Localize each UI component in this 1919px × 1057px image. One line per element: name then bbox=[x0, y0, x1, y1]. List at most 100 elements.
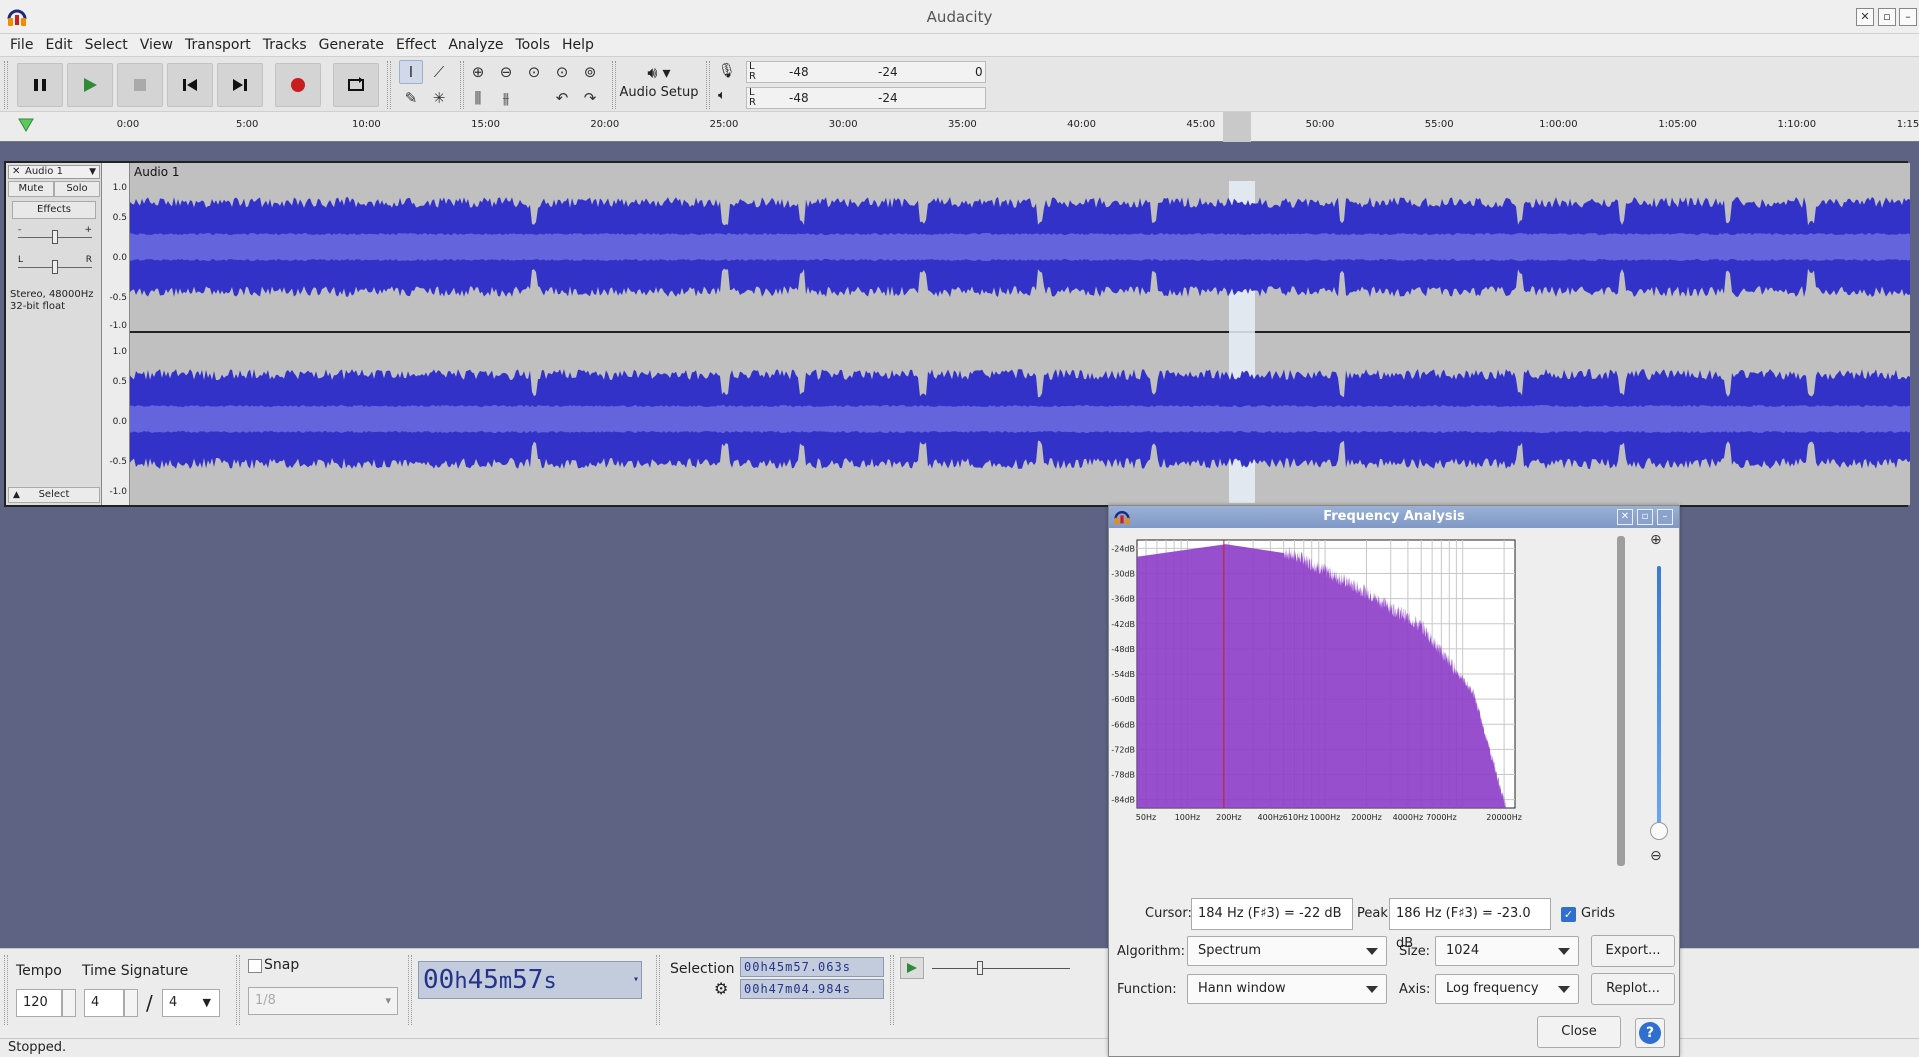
zoom-out-icon[interactable]: ⊖ bbox=[1650, 848, 1662, 864]
play-head-triangle-icon[interactable] bbox=[18, 118, 34, 132]
fit-project-icon[interactable]: ⊙ bbox=[550, 60, 574, 84]
time-display[interactable]: 00h45m57s ▾ bbox=[418, 961, 642, 999]
playback-speaker-icon[interactable]: 🔈︎ bbox=[718, 88, 726, 103]
toolbar-grip[interactable] bbox=[890, 955, 894, 1025]
zoom-in-icon[interactable]: ⊕ bbox=[1650, 532, 1662, 548]
waveform-area[interactable]: Audio 1 bbox=[130, 163, 1910, 505]
dialog-maximize-icon[interactable]: ▫ bbox=[1637, 509, 1653, 525]
track-close-icon[interactable]: ✕ bbox=[12, 166, 20, 178]
dialog-minimize-icon[interactable]: – bbox=[1657, 509, 1673, 525]
track-name-menu[interactable]: ✕ Audio 1 ▼ bbox=[8, 165, 100, 179]
pan-slider-thumb[interactable] bbox=[52, 260, 58, 274]
window-maximize-button[interactable]: ▫ bbox=[1878, 8, 1896, 26]
pause-button[interactable] bbox=[17, 63, 63, 107]
menu-tools[interactable]: Tools bbox=[510, 34, 557, 56]
clip-title[interactable]: Audio 1 bbox=[134, 165, 180, 179]
toolbar-grip[interactable] bbox=[408, 955, 412, 1025]
zoom-out-icon[interactable]: ⊖ bbox=[494, 60, 518, 84]
menu-file[interactable]: File bbox=[4, 34, 39, 56]
toolbar-grip[interactable] bbox=[4, 61, 8, 109]
dialog-close-icon[interactable]: ✕ bbox=[1617, 509, 1633, 525]
size-select[interactable]: 1024 bbox=[1435, 936, 1579, 966]
spectrum-scrollbar[interactable] bbox=[1617, 536, 1625, 866]
toolbar-grip[interactable] bbox=[612, 61, 616, 109]
function-select[interactable]: Hann window bbox=[1187, 974, 1387, 1004]
menu-effect[interactable]: Effect bbox=[390, 34, 442, 56]
loop-button[interactable] bbox=[333, 63, 379, 107]
playback-speed-slider[interactable] bbox=[932, 957, 1070, 979]
menu-select[interactable]: Select bbox=[79, 34, 134, 56]
solo-button[interactable]: Solo bbox=[54, 181, 100, 197]
audio-setup-button[interactable]: 🔊︎ ▾ Audio Setup bbox=[618, 61, 700, 109]
track-select-button[interactable]: ▲ Select bbox=[8, 487, 100, 503]
menu-view[interactable]: View bbox=[134, 34, 179, 56]
selection-tool-icon[interactable]: I bbox=[399, 60, 423, 84]
zoom-toggle-icon[interactable]: ⊚ bbox=[578, 60, 602, 84]
playback-meter[interactable]: L R -48 -24 bbox=[746, 87, 986, 109]
toolbar-grip[interactable] bbox=[236, 955, 240, 1025]
mute-button[interactable]: Mute bbox=[8, 181, 54, 197]
menu-tracks[interactable]: Tracks bbox=[257, 34, 313, 56]
play-button[interactable] bbox=[67, 63, 113, 107]
spectrum-plot[interactable]: -24dB -30dB -36dB -42dB -48dB -54dB -60dB -66dB… bbox=[1109, 530, 1639, 892]
menu-generate[interactable]: Generate bbox=[313, 34, 390, 56]
close-button[interactable]: Close bbox=[1537, 1016, 1621, 1048]
dialog-title[interactable]: Frequency Analysis bbox=[1109, 506, 1679, 528]
tempo-input[interactable]: 120 bbox=[16, 989, 62, 1017]
axis-select[interactable]: Log frequency bbox=[1435, 974, 1579, 1004]
time-signature-numerator[interactable]: 4 bbox=[84, 989, 124, 1017]
microphone-icon[interactable]: 🎙︎ bbox=[718, 63, 736, 79]
trim-audio-icon[interactable]: ⫼ bbox=[466, 86, 490, 110]
snap-to-select[interactable]: 1/8 ▾ bbox=[248, 987, 398, 1015]
snap-checkbox[interactable] bbox=[248, 959, 262, 973]
redo-icon[interactable]: ↷ bbox=[578, 86, 602, 110]
stop-button[interactable] bbox=[117, 63, 163, 107]
help-button[interactable]: ? bbox=[1635, 1018, 1665, 1048]
selection-start-display[interactable]: 00h45m57.063s bbox=[740, 957, 884, 977]
menu-analyze[interactable]: Analyze bbox=[442, 34, 509, 56]
algorithm-select[interactable]: Spectrum bbox=[1187, 936, 1387, 966]
collapse-arrow-icon[interactable]: ▲ bbox=[13, 488, 20, 502]
record-meter[interactable]: L R -48 -24 0 bbox=[746, 61, 986, 83]
record-button[interactable] bbox=[275, 63, 321, 107]
replot-button[interactable]: Replot... bbox=[1591, 973, 1675, 1005]
toolbar-grip[interactable] bbox=[656, 955, 660, 1025]
window-minimize-button[interactable]: – bbox=[1899, 8, 1917, 26]
timeline-ruler[interactable]: 0:00 5:00 10:00 15:00 20:00 25:00 30:00 35:00 40… bbox=[0, 112, 1919, 142]
window-close-button[interactable]: ✕ bbox=[1856, 8, 1874, 26]
cursor-value-field[interactable]: 184 Hz (F♯3) = -22 dB bbox=[1191, 898, 1353, 930]
envelope-tool-icon[interactable]: ⟋ bbox=[427, 60, 451, 84]
toolbar-grip[interactable] bbox=[387, 61, 391, 109]
zoom-slider-thumb[interactable] bbox=[1650, 822, 1668, 840]
skip-to-end-button[interactable] bbox=[217, 63, 263, 107]
gain-slider-thumb[interactable] bbox=[52, 230, 58, 244]
menu-transport[interactable]: Transport bbox=[179, 34, 257, 56]
menu-help[interactable]: Help bbox=[556, 34, 600, 56]
undo-icon[interactable]: ↶ bbox=[550, 86, 574, 110]
toolbar-grip[interactable] bbox=[460, 61, 464, 109]
menu-edit[interactable]: Edit bbox=[39, 34, 78, 56]
tempo-spinner[interactable] bbox=[62, 989, 76, 1017]
toolbar-grip[interactable] bbox=[4, 955, 8, 1025]
time-signature-denominator[interactable]: 4 ▼ bbox=[162, 989, 220, 1017]
numerator-spinner[interactable] bbox=[124, 989, 138, 1017]
multi-tool-icon[interactable]: ✳ bbox=[427, 86, 451, 110]
play-at-speed-button[interactable] bbox=[900, 957, 924, 979]
gain-slider[interactable]: - + bbox=[18, 225, 92, 247]
peak-value-field[interactable]: 186 Hz (F♯3) = -23.0 dB bbox=[1389, 898, 1551, 951]
toolbar-grip[interactable] bbox=[706, 61, 710, 109]
silence-audio-icon[interactable]: ⫵ bbox=[494, 86, 518, 110]
skip-to-start-button[interactable] bbox=[167, 63, 213, 107]
effects-button[interactable]: Effects bbox=[12, 201, 96, 219]
speed-slider-thumb[interactable] bbox=[977, 961, 983, 975]
zoom-in-icon[interactable]: ⊕ bbox=[466, 60, 490, 84]
grids-checkbox[interactable]: ✓ bbox=[1561, 907, 1576, 922]
export-button[interactable]: Export... bbox=[1591, 935, 1675, 967]
selection-end-display[interactable]: 00h47m04.984s bbox=[740, 979, 884, 999]
draw-tool-icon[interactable]: ✎ bbox=[399, 86, 423, 110]
fit-selection-icon[interactable]: ⊙ bbox=[522, 60, 546, 84]
track-menu-chevron-icon[interactable]: ▼ bbox=[89, 166, 96, 178]
pan-slider[interactable]: L R bbox=[18, 255, 92, 277]
settings-gear-icon[interactable]: ⚙ bbox=[714, 979, 728, 998]
vertical-zoom-slider[interactable] bbox=[1657, 566, 1661, 826]
